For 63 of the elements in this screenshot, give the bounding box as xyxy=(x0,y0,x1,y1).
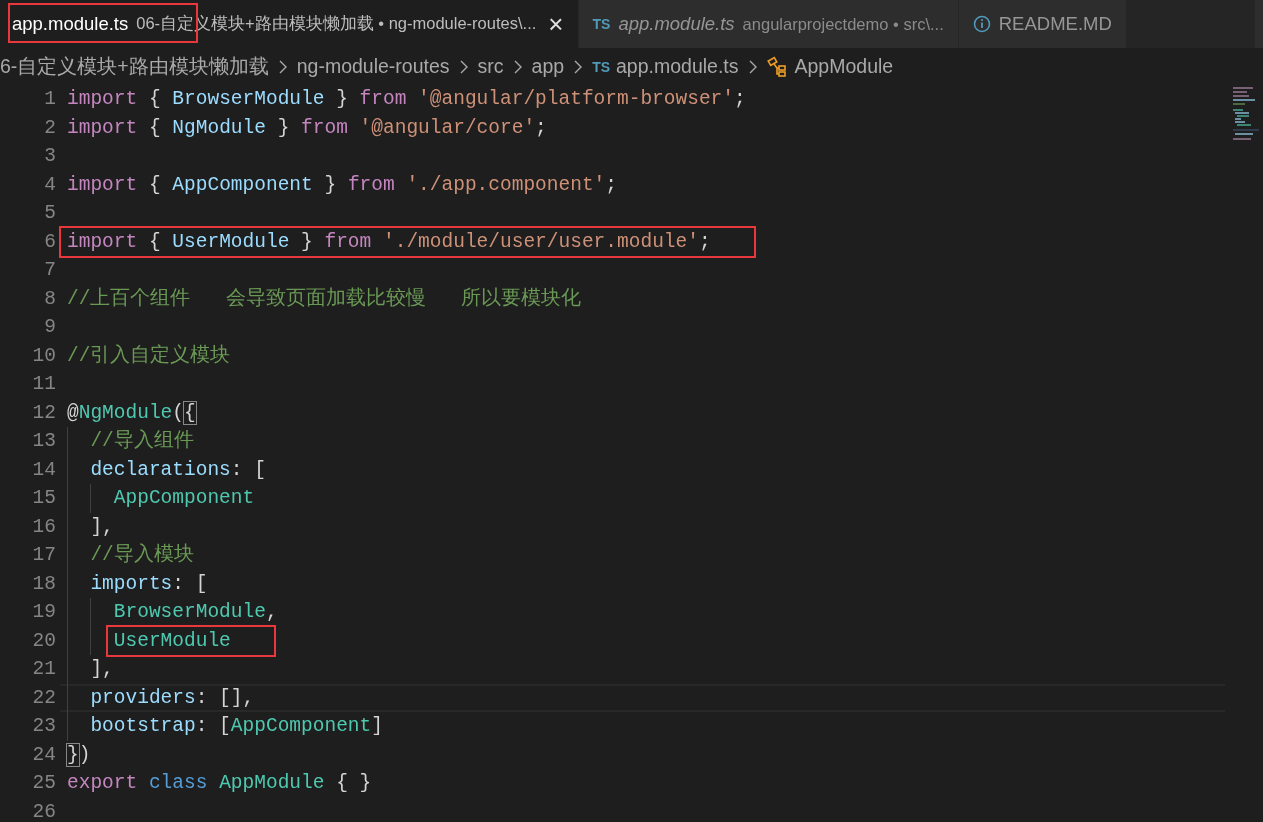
code-line: declarations: [ xyxy=(90,457,266,483)
line-number: 15 xyxy=(31,486,57,511)
code-line: //导入模块 xyxy=(90,542,194,568)
code-line: @NgModule({ xyxy=(67,400,196,426)
breadcrumb-item[interactable]: app xyxy=(531,55,565,78)
info-icon xyxy=(972,15,991,33)
line-number: 12 xyxy=(31,400,57,426)
line-number: 25 xyxy=(31,771,57,796)
chevron-icon xyxy=(458,58,469,75)
line-number: 22 xyxy=(31,685,57,711)
line-number: 7 xyxy=(43,258,57,283)
line-number: 4 xyxy=(43,172,57,198)
code-line: imports: [ xyxy=(90,571,208,597)
code-line: providers: [], xyxy=(90,685,255,711)
line-number: 13 xyxy=(31,429,57,454)
line-number: 20 xyxy=(31,628,57,654)
line-number: 18 xyxy=(31,571,57,597)
line-number: 17 xyxy=(31,543,57,568)
line-number: 11 xyxy=(31,372,57,397)
code-line: ], xyxy=(90,657,114,682)
code-line: import { UserModule } from './module/user/user.module'; xyxy=(67,227,711,256)
code-line: UserModule xyxy=(113,626,231,655)
code-line: import { NgModule } from '@angular/core'; xyxy=(67,115,547,141)
breadcrumb-item[interactable]: 6-自定义模块+路由模块懒加载 xyxy=(0,53,269,80)
breadcrumb-item[interactable]: src xyxy=(477,55,504,78)
line-number: 6 xyxy=(43,229,57,255)
line-number: 16 xyxy=(31,514,57,540)
breadcrumb-item[interactable]: ng-module-routes xyxy=(296,55,450,78)
line-number: 19 xyxy=(31,600,57,625)
typescript-icon: TS xyxy=(592,16,611,32)
chevron-icon xyxy=(747,58,758,75)
code-line: //导入组件 xyxy=(90,428,194,454)
chevron-icon xyxy=(573,58,584,75)
code-line: //上百个组件 会导致页面加载比较慢 所以要模块化 xyxy=(67,286,581,312)
code-line: AppComponent xyxy=(113,486,255,511)
code-line: //引入自定义模块 xyxy=(67,343,231,369)
line-number: 24 xyxy=(31,742,57,768)
breadcrumb-item[interactable]: app.module.ts xyxy=(616,55,739,78)
line-number: 2 xyxy=(43,115,57,141)
code-line: export class AppModule { } xyxy=(67,771,372,796)
code-line: ], xyxy=(90,514,114,540)
line-number: 14 xyxy=(31,457,57,483)
line-number: 23 xyxy=(31,714,57,739)
chevron-icon xyxy=(512,58,523,75)
class-icon xyxy=(766,55,789,78)
line-number: 10 xyxy=(31,343,57,369)
editor-tab[interactable]: TS app.module.ts angularprojectdemo • src\... xyxy=(578,0,959,48)
editor-tab[interactable]: README.MD xyxy=(958,0,1127,48)
code-line: BrowserModule, xyxy=(113,600,278,625)
typescript-icon: TS xyxy=(592,58,610,75)
code-line: bootstrap: [AppComponent] xyxy=(90,714,383,739)
line-number: 21 xyxy=(31,657,57,682)
code-line: import { AppComponent } from './app.component'; xyxy=(67,172,618,198)
line-number: 5 xyxy=(43,201,57,226)
line-number: 9 xyxy=(43,315,57,340)
breadcrumb-item[interactable]: AppModule xyxy=(794,55,894,78)
line-number: 26 xyxy=(31,799,57,822)
line-number: 1 xyxy=(43,87,57,112)
line-number: 8 xyxy=(43,286,57,312)
chevron-icon xyxy=(277,58,288,75)
code-line: }) xyxy=(67,742,91,768)
line-number: 3 xyxy=(43,144,57,169)
code-line: import { BrowserModule } from '@angular/platform-browser'; xyxy=(67,87,746,112)
